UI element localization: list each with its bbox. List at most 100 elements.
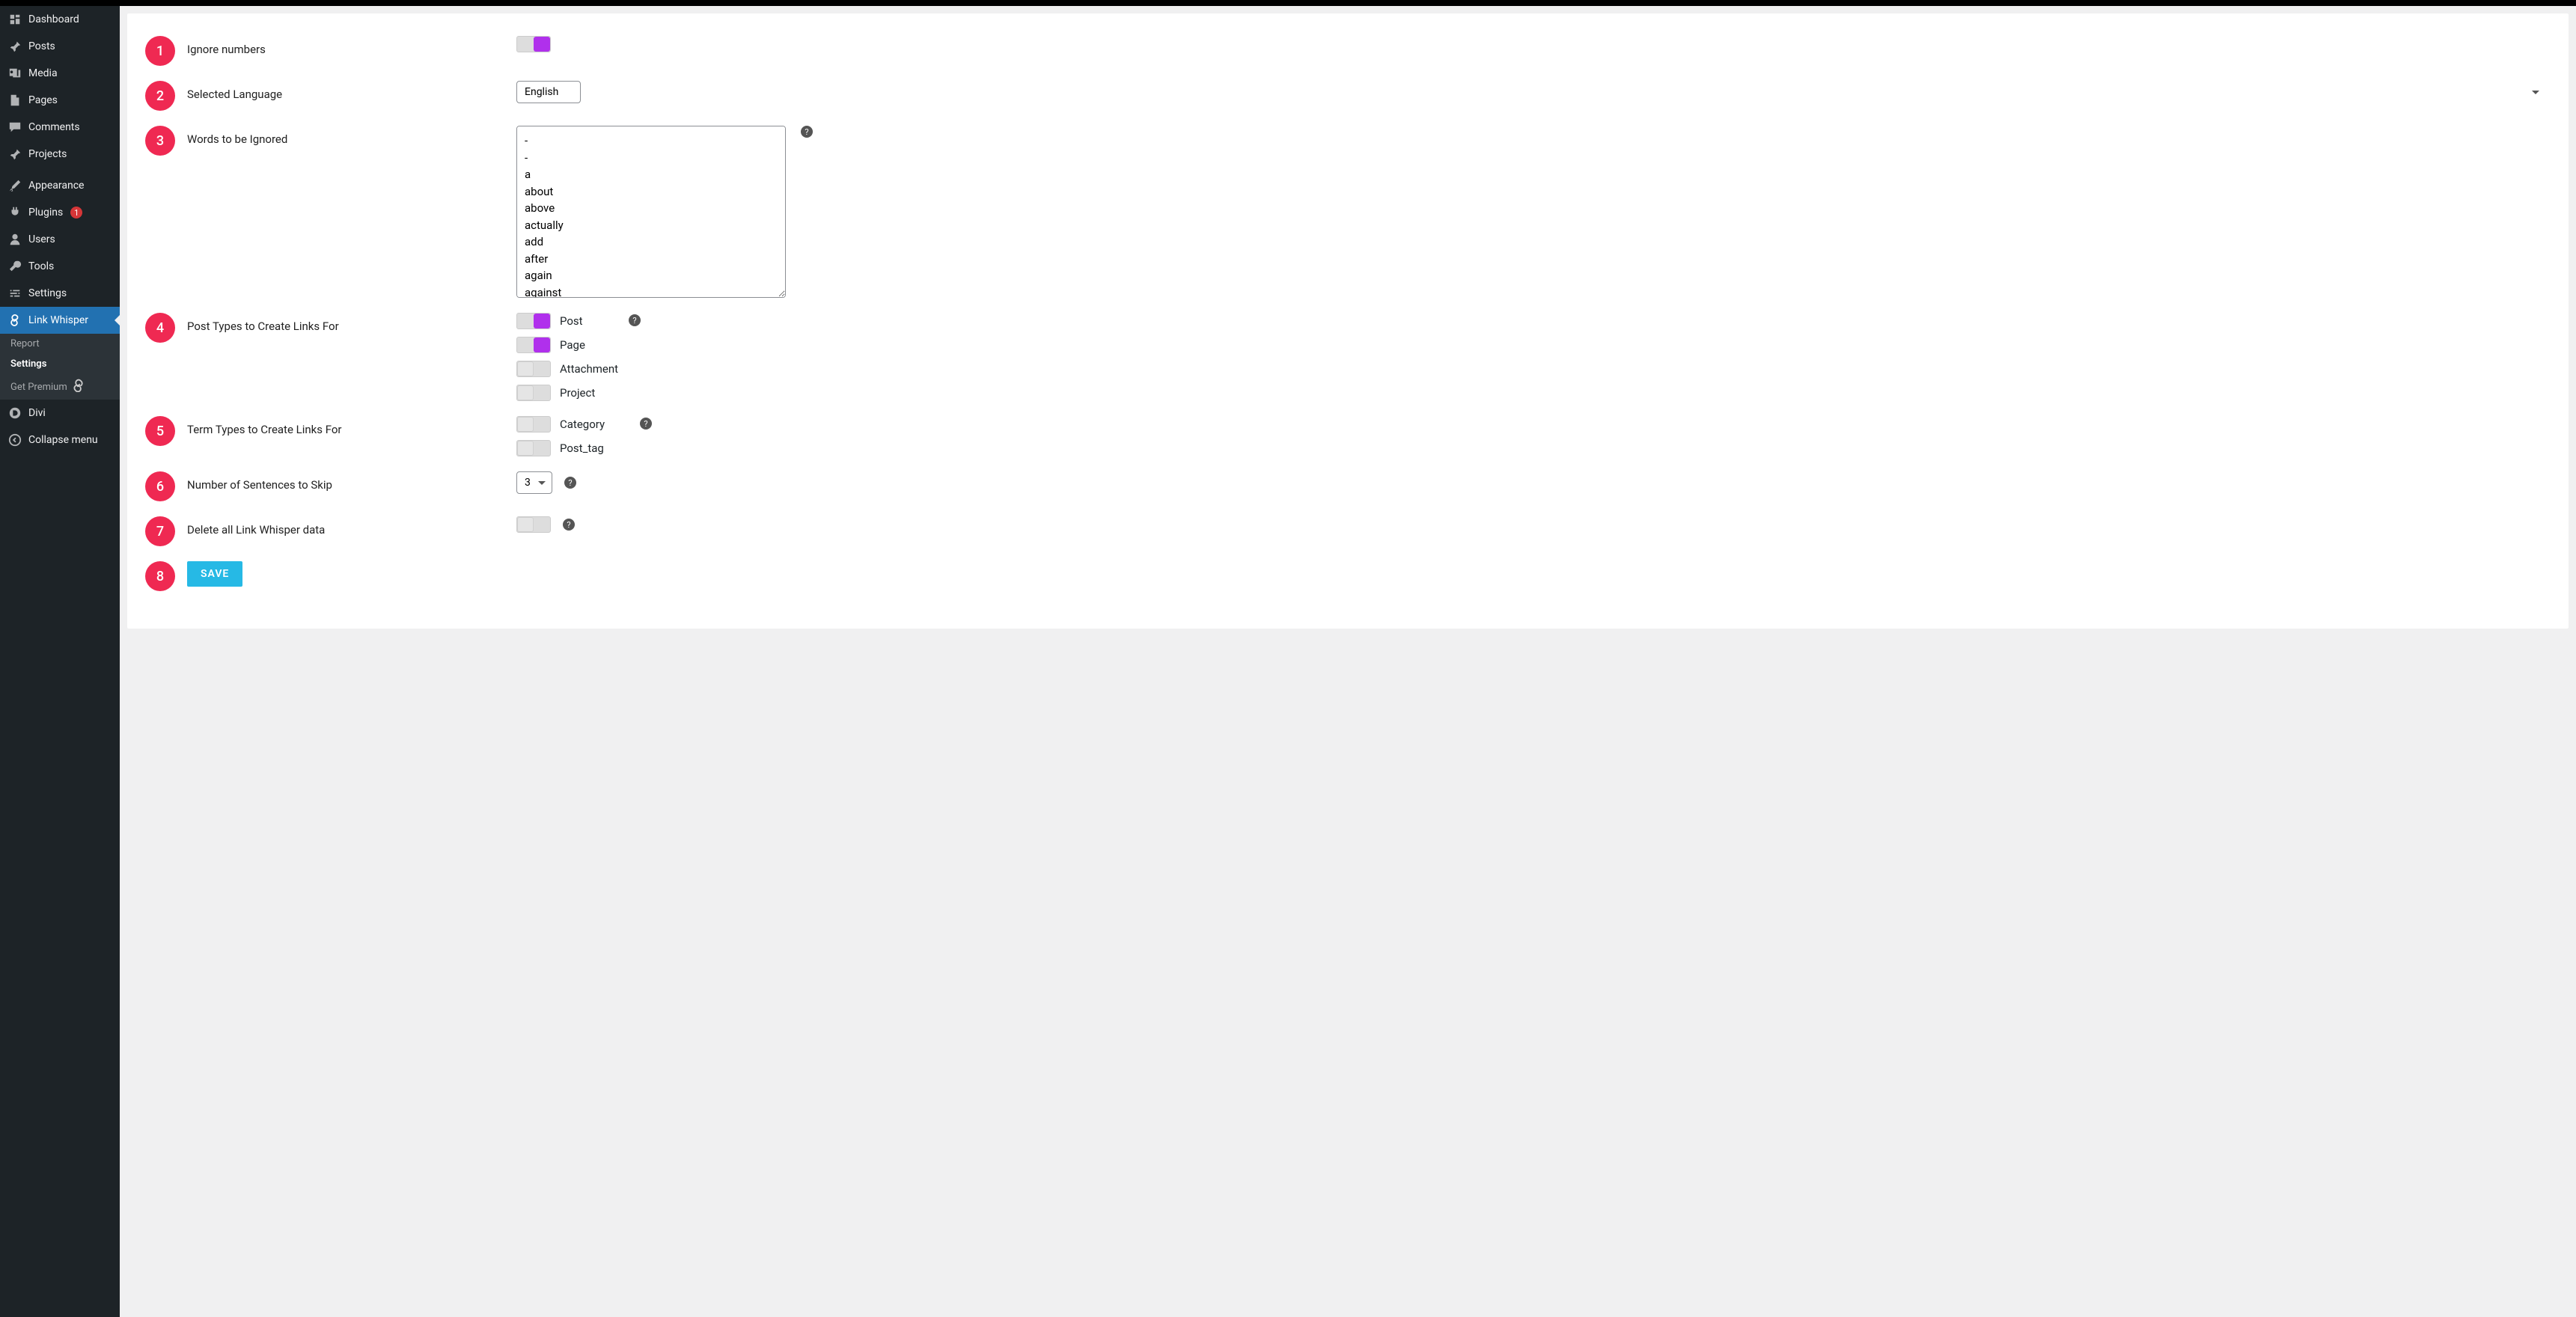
settings-panel: 1 Ignore numbers 2 Selected Language Eng… xyxy=(127,13,2569,629)
save-button[interactable]: SAVE xyxy=(187,561,242,587)
help-icon[interactable]: ? xyxy=(564,477,576,489)
sidebar-label: Collapse menu xyxy=(28,434,98,446)
sidebar-label: Posts xyxy=(28,40,55,52)
sidebar-item-link-whisper[interactable]: Link Whisper xyxy=(0,307,120,334)
setting-label: Ignore numbers xyxy=(187,36,516,56)
sidebar-item-appearance[interactable]: Appearance xyxy=(0,172,120,199)
collapse-icon xyxy=(7,433,22,447)
delete-data-toggle[interactable] xyxy=(516,516,551,533)
row-save: 8 SAVE xyxy=(145,554,2546,599)
post-type-attachment-toggle[interactable] xyxy=(516,361,551,377)
pin-icon xyxy=(7,39,22,54)
submenu-get-premium[interactable]: Get Premium xyxy=(0,374,120,400)
submenu-settings[interactable]: Settings xyxy=(0,354,120,374)
post-type-attachment: Attachment xyxy=(516,361,2546,377)
comment-icon xyxy=(7,120,22,135)
sidebar-item-tools[interactable]: Tools xyxy=(0,253,120,280)
annotation-3: 3 xyxy=(145,126,175,156)
ignore-numbers-toggle[interactable] xyxy=(516,36,551,52)
annotation-7: 7 xyxy=(145,516,175,546)
row-post-types: 4 Post Types to Create Links For ? Post … xyxy=(145,305,2546,409)
toggle-label: Attachment xyxy=(560,362,618,376)
dashboard-icon xyxy=(7,12,22,27)
brush-icon xyxy=(7,178,22,193)
sidebar-item-dashboard[interactable]: Dashboard xyxy=(0,6,120,33)
toggle-label: Post_tag xyxy=(560,441,604,455)
sidebar-label: Appearance xyxy=(28,180,84,192)
sidebar-label: Projects xyxy=(28,148,67,160)
annotation-8: 8 xyxy=(145,561,175,591)
row-sentences-skip: 6 Number of Sentences to Skip 3 ? xyxy=(145,464,2546,509)
sidebar-item-plugins[interactable]: Plugins 1 xyxy=(0,199,120,226)
sidebar-label: Tools xyxy=(28,260,54,272)
post-type-post-toggle[interactable] xyxy=(516,313,551,329)
term-type-post-tag-toggle[interactable] xyxy=(516,440,551,456)
sidebar-item-posts[interactable]: Posts xyxy=(0,33,120,60)
sidebar-item-divi[interactable]: Divi xyxy=(0,400,120,427)
sidebar-label: Link Whisper xyxy=(28,314,88,326)
toggle-label: Post xyxy=(560,314,583,328)
sidebar-item-settings[interactable]: Settings xyxy=(0,280,120,307)
sidebar-label: Users xyxy=(28,233,55,245)
row-delete-data: 7 Delete all Link Whisper data ? xyxy=(145,509,2546,554)
post-type-page-toggle[interactable] xyxy=(516,337,551,353)
link-icon xyxy=(72,379,85,395)
row-words-ignored: 3 Words to be Ignored ? xyxy=(145,118,2546,305)
sidebar-label: Comments xyxy=(28,121,80,133)
sidebar-label: Divi xyxy=(28,407,46,419)
sidebar-item-media[interactable]: Media xyxy=(0,60,120,87)
plug-icon xyxy=(7,205,22,220)
post-type-page: Page xyxy=(516,337,2546,353)
setting-label: Delete all Link Whisper data xyxy=(187,516,516,537)
post-type-post: Post xyxy=(516,313,2546,329)
setting-label: Post Types to Create Links For xyxy=(187,313,516,333)
submenu-label: Report xyxy=(10,338,40,349)
sidebar-item-collapse[interactable]: Collapse menu xyxy=(0,427,120,453)
annotation-1: 1 xyxy=(145,36,175,66)
sidebar-label: Plugins xyxy=(28,207,63,219)
annotation-4: 4 xyxy=(145,313,175,343)
admin-sidebar: Dashboard Posts Media Pages Comments Pro… xyxy=(0,6,120,1317)
language-select[interactable]: English xyxy=(516,81,581,103)
submenu-label: Settings xyxy=(10,358,46,370)
submenu-report[interactable]: Report xyxy=(0,334,120,354)
annotation-5: 5 xyxy=(145,416,175,446)
sidebar-item-comments[interactable]: Comments xyxy=(0,114,120,141)
sidebar-label: Settings xyxy=(28,287,67,299)
sidebar-label: Dashboard xyxy=(28,13,79,25)
setting-label: Term Types to Create Links For xyxy=(187,416,516,436)
ignore-words-textarea[interactable] xyxy=(516,126,786,298)
sentences-skip-select[interactable]: 3 xyxy=(516,471,552,494)
page-icon xyxy=(7,93,22,108)
sidebar-item-projects[interactable]: Projects xyxy=(0,141,120,168)
setting-label: Words to be Ignored xyxy=(187,126,516,146)
post-type-project-toggle[interactable] xyxy=(516,385,551,401)
annotation-2: 2 xyxy=(145,81,175,111)
sidebar-item-pages[interactable]: Pages xyxy=(0,87,120,114)
settings-icon xyxy=(7,286,22,301)
plugins-update-badge: 1 xyxy=(70,207,82,219)
divi-icon xyxy=(7,406,22,421)
help-icon[interactable]: ? xyxy=(563,519,575,531)
setting-label: Number of Sentences to Skip xyxy=(187,471,516,492)
sidebar-label: Media xyxy=(28,67,58,79)
help-icon[interactable]: ? xyxy=(629,314,641,326)
row-selected-language: 2 Selected Language English xyxy=(145,73,2546,118)
media-icon xyxy=(7,66,22,81)
sidebar-item-users[interactable]: Users xyxy=(0,226,120,253)
user-icon xyxy=(7,232,22,247)
row-term-types: 5 Term Types to Create Links For ? Categ… xyxy=(145,409,2546,464)
toggle-label: Page xyxy=(560,338,585,352)
wrench-icon xyxy=(7,259,22,274)
toggle-label: Category xyxy=(560,418,605,431)
help-icon[interactable]: ? xyxy=(640,418,652,430)
row-ignore-numbers: 1 Ignore numbers xyxy=(145,28,2546,73)
admin-bar xyxy=(0,0,2576,6)
pin-icon xyxy=(7,147,22,162)
term-type-category-toggle[interactable] xyxy=(516,416,551,433)
term-type-post-tag: Post_tag xyxy=(516,440,2546,456)
help-icon[interactable]: ? xyxy=(801,126,813,138)
post-type-project: Project xyxy=(516,385,2546,401)
toggle-label: Project xyxy=(560,386,595,400)
submenu-label: Get Premium xyxy=(10,382,67,393)
